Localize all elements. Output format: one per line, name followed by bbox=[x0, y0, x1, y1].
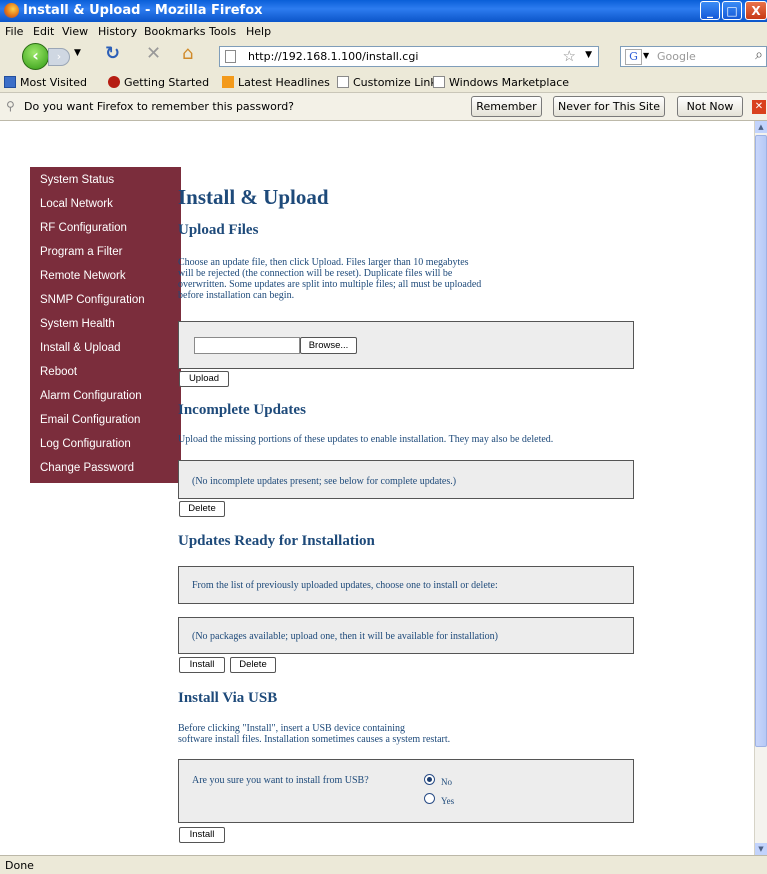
history-dropdown-icon[interactable]: ▼ bbox=[74, 48, 81, 58]
getting-started-icon bbox=[108, 76, 120, 88]
google-icon[interactable]: G bbox=[625, 49, 642, 65]
menu-file[interactable]: File bbox=[5, 25, 23, 38]
page-title: Install & Upload bbox=[178, 185, 329, 209]
most-visited-icon bbox=[4, 76, 16, 88]
navigation-toolbar: ‹ › ▼ ↻ ✕ ⌂ http://192.168.1.100/install… bbox=[0, 40, 767, 72]
menu-view[interactable]: View bbox=[62, 25, 88, 38]
sidebar-item-install-upload[interactable]: Install & Upload bbox=[40, 342, 121, 354]
search-box[interactable]: G ▼ Google ⌕ bbox=[620, 46, 767, 67]
upload-instructions: Choose an update file, then click Upload… bbox=[178, 257, 482, 301]
bookmark-latest-headlines[interactable]: Latest Headlines bbox=[222, 76, 330, 89]
key-icon: ⚲ bbox=[6, 99, 15, 113]
sidebar-item-snmp-configuration[interactable]: SNMP Configuration bbox=[40, 294, 145, 306]
menu-bookmarks[interactable]: Bookmarks bbox=[144, 25, 205, 38]
remember-button[interactable]: Remember bbox=[471, 96, 542, 117]
scroll-down-icon[interactable]: ▼ bbox=[755, 843, 767, 855]
browse-button[interactable]: Browse... bbox=[300, 337, 357, 354]
bookmarks-toolbar: Most Visited Getting Started Latest Head… bbox=[0, 72, 767, 93]
sidebar-item-local-network[interactable]: Local Network bbox=[40, 198, 113, 210]
url-bar[interactable]: http://192.168.1.100/install.cgi ☆ ▼ bbox=[219, 46, 599, 67]
sidebar-item-rf-configuration[interactable]: RF Configuration bbox=[40, 222, 127, 234]
menu-help[interactable]: Help bbox=[246, 25, 271, 38]
sidebar-item-reboot[interactable]: Reboot bbox=[40, 366, 77, 378]
menu-tools[interactable]: Tools bbox=[209, 25, 236, 38]
maximize-button[interactable]: □ bbox=[722, 1, 742, 20]
rss-icon bbox=[222, 76, 234, 88]
firefox-logo-icon bbox=[4, 3, 19, 18]
page-icon bbox=[337, 76, 349, 88]
sidebar-item-change-password[interactable]: Change Password bbox=[40, 462, 134, 474]
usb-yes-label: Yes bbox=[441, 796, 455, 806]
install-via-usb-heading: Install Via USB bbox=[178, 690, 278, 706]
never-for-this-site-button[interactable]: Never for This Site bbox=[553, 96, 665, 117]
page-icon bbox=[433, 76, 445, 88]
search-placeholder: Google bbox=[657, 50, 696, 63]
bookmark-getting-started[interactable]: Getting Started bbox=[108, 76, 209, 89]
updates-ready-heading: Updates Ready for Installation bbox=[178, 533, 375, 549]
incomplete-updates-heading: Incomplete Updates bbox=[178, 402, 306, 418]
scroll-up-icon[interactable]: ▲ bbox=[755, 121, 767, 133]
upload-files-heading: Upload Files bbox=[178, 222, 259, 238]
menu-history[interactable]: History bbox=[98, 25, 137, 38]
sidebar-item-system-status[interactable]: System Status bbox=[40, 174, 114, 186]
scroll-thumb[interactable] bbox=[755, 135, 767, 747]
bookmark-windows-marketplace[interactable]: Windows Marketplace bbox=[433, 76, 569, 89]
usb-yes-radio[interactable] bbox=[424, 793, 435, 804]
bookmark-most-visited[interactable]: Most Visited bbox=[4, 76, 87, 89]
menu-bar: File Edit View History Bookmarks Tools H… bbox=[0, 22, 767, 40]
search-engine-dropdown-icon[interactable]: ▼ bbox=[643, 51, 649, 60]
delete-incomplete-button[interactable]: Delete bbox=[179, 501, 225, 517]
updates-list-box: (No packages available; upload one, then… bbox=[178, 617, 634, 654]
page-icon bbox=[225, 50, 236, 63]
sidebar-item-email-configuration[interactable]: Email Configuration bbox=[40, 414, 140, 426]
delete-update-button[interactable]: Delete bbox=[230, 657, 276, 673]
forward-button[interactable]: › bbox=[48, 48, 70, 66]
home-icon[interactable]: ⌂ bbox=[182, 43, 193, 64]
updates-choose-box: From the list of previously uploaded upd… bbox=[178, 566, 634, 604]
password-notification-bar: ⚲ Do you want Firefox to remember this p… bbox=[0, 93, 767, 121]
menu-edit[interactable]: Edit bbox=[33, 25, 54, 38]
sidebar-item-remote-network[interactable]: Remote Network bbox=[40, 270, 126, 282]
upload-box: Browse... bbox=[178, 321, 634, 369]
sidebar-item-program-a-filter[interactable]: Program a Filter bbox=[40, 246, 122, 258]
sidebar-item-alarm-configuration[interactable]: Alarm Configuration bbox=[40, 390, 142, 402]
incomplete-box: (No incomplete updates present; see belo… bbox=[178, 460, 634, 499]
usb-question: Are you sure you want to install from US… bbox=[192, 775, 369, 786]
status-bar: Done bbox=[0, 855, 767, 874]
sidebar-item-log-configuration[interactable]: Log Configuration bbox=[40, 438, 131, 450]
usb-instructions: Before clicking "Install", insert a USB … bbox=[178, 723, 451, 745]
close-window-button[interactable]: X bbox=[745, 1, 767, 20]
stop-icon[interactable]: ✕ bbox=[146, 43, 161, 64]
file-path-input[interactable] bbox=[194, 337, 300, 354]
window-titlebar: Install & Upload - Mozilla Firefox _ □ X bbox=[0, 0, 767, 22]
incomplete-box-text: (No incomplete updates present; see belo… bbox=[192, 476, 457, 487]
search-icon[interactable]: ⌕ bbox=[755, 47, 763, 63]
incomplete-text: Upload the missing portions of these upd… bbox=[178, 434, 554, 445]
window-title: Install & Upload - Mozilla Firefox bbox=[23, 3, 263, 18]
bookmark-customize-links[interactable]: Customize Links bbox=[337, 76, 443, 89]
sidebar-item-system-health[interactable]: System Health bbox=[40, 318, 115, 330]
updates-choose-text: From the list of previously uploaded upd… bbox=[192, 580, 498, 591]
close-notification-icon[interactable]: ✕ bbox=[752, 100, 766, 114]
password-message: Do you want Firefox to remember this pas… bbox=[24, 100, 295, 113]
usb-no-label: No bbox=[441, 777, 452, 787]
back-button[interactable]: ‹ bbox=[22, 43, 49, 70]
not-now-button[interactable]: Not Now bbox=[677, 96, 743, 117]
usb-no-radio[interactable] bbox=[424, 774, 435, 785]
page-content: System Status Local Network RF Configura… bbox=[0, 121, 754, 855]
status-text: Done bbox=[5, 859, 34, 872]
sidebar-nav: System Status Local Network RF Configura… bbox=[30, 167, 181, 483]
minimize-button[interactable]: _ bbox=[700, 1, 720, 20]
install-update-button[interactable]: Install bbox=[179, 657, 225, 673]
vertical-scrollbar[interactable]: ▲ ▼ bbox=[754, 121, 767, 855]
reload-icon[interactable]: ↻ bbox=[105, 43, 120, 64]
install-usb-button[interactable]: Install bbox=[179, 827, 225, 843]
upload-button[interactable]: Upload bbox=[179, 371, 229, 387]
usb-confirm-box: Are you sure you want to install from US… bbox=[178, 759, 634, 823]
updates-none-text: (No packages available; upload one, then… bbox=[192, 631, 499, 642]
url-text: http://192.168.1.100/install.cgi bbox=[248, 50, 419, 63]
bookmark-star-icon[interactable]: ☆ bbox=[563, 47, 576, 65]
url-dropdown-icon[interactable]: ▼ bbox=[585, 50, 592, 60]
